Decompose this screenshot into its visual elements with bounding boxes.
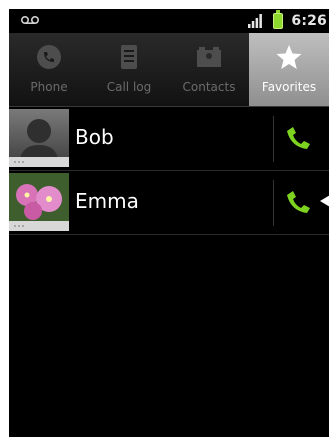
favorites-list: Bob Emma: [9, 107, 329, 235]
pointer-arrow-icon: [320, 195, 329, 207]
battery-icon: [273, 10, 283, 29]
status-time: 6:26: [291, 13, 327, 29]
tab-favorites[interactable]: Favorites: [249, 33, 329, 106]
status-bar: 6:26: [9, 9, 329, 33]
tab-bar: Phone Call log Contacts Favorites: [9, 33, 329, 107]
avatar: [9, 109, 69, 167]
tab-call-log[interactable]: Call log: [89, 33, 169, 106]
row-divider: [273, 116, 274, 162]
list-item[interactable]: Emma: [9, 171, 329, 235]
voicemail-icon: [21, 16, 39, 24]
phone-icon: [37, 45, 61, 69]
tab-contacts-label: Contacts: [182, 80, 236, 94]
call-icon[interactable]: [279, 121, 315, 157]
list-item[interactable]: Bob: [9, 107, 329, 171]
tab-call-log-label: Call log: [106, 80, 152, 94]
avatar: [9, 173, 69, 231]
phone-screen: 6:26 Phone Call log Contacts Favorites B…: [9, 9, 329, 437]
row-divider: [273, 180, 274, 226]
tab-contacts[interactable]: Contacts: [169, 33, 249, 106]
call-icon[interactable]: [279, 185, 315, 221]
star-icon: [276, 45, 302, 69]
signal-strength-icon: [248, 14, 262, 28]
contact-name: Bob: [75, 125, 114, 149]
call-log-icon: [121, 45, 137, 69]
contact-name: Emma: [75, 189, 139, 213]
tab-phone[interactable]: Phone: [9, 33, 89, 106]
contacts-icon: [197, 47, 221, 67]
tab-favorites-label: Favorites: [261, 80, 317, 94]
tab-phone-label: Phone: [30, 80, 68, 94]
